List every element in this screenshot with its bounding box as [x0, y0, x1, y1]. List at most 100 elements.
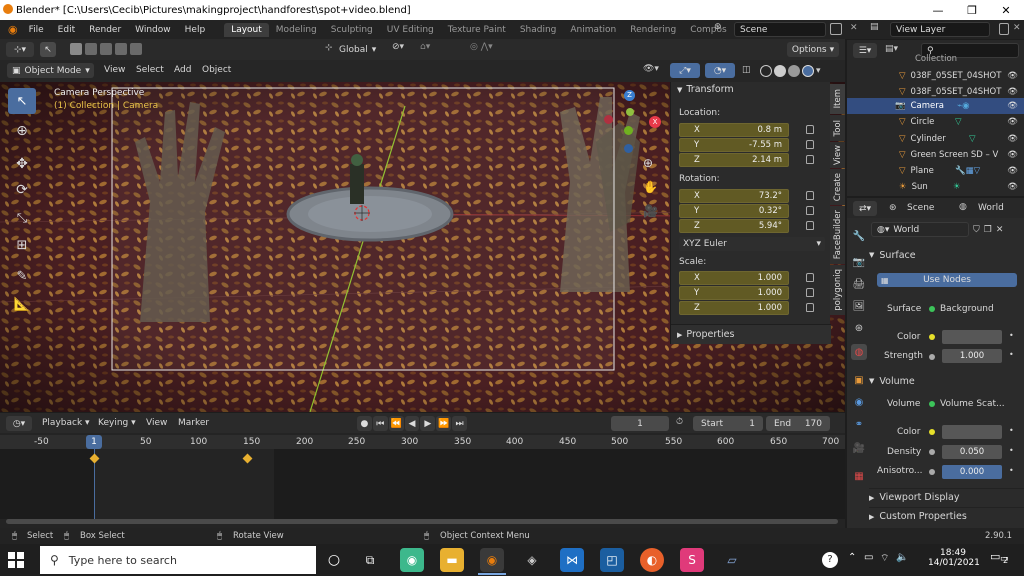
menu-help[interactable]: Help — [178, 25, 213, 35]
lock-icon[interactable] — [806, 273, 814, 282]
lock-icon[interactable] — [806, 206, 814, 215]
breadcrumb-world[interactable]: World — [978, 203, 1004, 213]
properties-subpanel-header[interactable]: ▶ Properties — [671, 324, 831, 344]
frame-ruler[interactable]: -50 1 50 100 150 200 250 300 350 400 450… — [0, 435, 845, 449]
transform-header[interactable]: ▼ Transform — [677, 84, 734, 95]
overlay-toggle-icon[interactable]: ◔▾ — [705, 63, 735, 78]
eye-icon[interactable]: 👁 — [1007, 150, 1018, 160]
volume-color-field[interactable] — [942, 425, 1002, 439]
sourcetree-icon[interactable]: ◰ — [600, 548, 624, 572]
tab-modeling[interactable]: Modeling — [269, 23, 324, 37]
cursor-icon[interactable]: ⊕ — [8, 118, 36, 144]
surface-color-field[interactable] — [942, 330, 1002, 344]
xray-icon[interactable]: ◫ — [742, 65, 751, 75]
color-socket-icon[interactable] — [929, 429, 935, 435]
volume-icon[interactable]: 🔈 — [896, 552, 908, 563]
task-view-icon[interactable]: ⧉ — [358, 548, 382, 572]
outliner-row-circle[interactable]: ▽ Circle ▽ 👁 — [847, 114, 1024, 130]
surface-shader-selector[interactable]: Background — [929, 302, 1017, 316]
zoom-icon[interactable]: ⊕ — [643, 156, 653, 170]
outliner-row-cylinder[interactable]: ▽ Cylinder ▽ 👁 — [847, 131, 1024, 147]
menu-edit[interactable]: Edit — [51, 25, 82, 35]
timeline-menu-marker[interactable]: Marker — [178, 418, 209, 428]
taskbar-clock[interactable]: 18:49 14/01/2021 — [928, 548, 980, 568]
tab-rendering[interactable]: Rendering — [623, 23, 683, 37]
density-socket-icon[interactable] — [929, 449, 935, 455]
location-z-field[interactable]: Z 2.14 m — [679, 153, 789, 167]
eye-icon[interactable]: 👁 — [1007, 166, 1018, 176]
scene-selector[interactable]: Scene — [734, 22, 826, 37]
outliner-row-shot-1[interactable]: ▽ 038F_05SET_04SHOT 👁 — [847, 68, 1024, 84]
rotation-x-field[interactable]: X 73.2° — [679, 189, 789, 203]
vscode-icon[interactable]: ⋈ — [560, 548, 584, 572]
tab-uv-editing[interactable]: UV Editing — [380, 23, 441, 37]
strength-field[interactable]: 1.000 — [942, 349, 1002, 363]
keyframe-diamond[interactable] — [242, 453, 253, 464]
pan-hand-icon[interactable]: ✋ — [643, 180, 658, 194]
next-keyframe-icon[interactable]: ⏩ — [436, 416, 452, 431]
lock-icon[interactable] — [806, 155, 814, 164]
current-frame-field[interactable]: 1 — [611, 416, 669, 431]
outliner-filter-icon[interactable]: ▤▾ — [885, 44, 898, 54]
prev-keyframe-icon[interactable]: ⏪ — [388, 416, 404, 431]
editor-type-button[interactable]: ⊹▾ — [6, 42, 34, 57]
proportional-editing-icon[interactable]: ◎ ⋀▾ — [470, 42, 493, 52]
camera-view-icon[interactable]: 🎥 — [643, 204, 658, 218]
scene-tab-icon[interactable]: ⊛ — [851, 320, 867, 336]
density-field[interactable]: 0.050 — [942, 445, 1002, 459]
breadcrumb-scene[interactable]: Scene — [907, 203, 934, 213]
properties-editor-type-button[interactable]: ⇄▾ — [853, 201, 877, 216]
game-app-icon[interactable]: ◉ — [400, 548, 424, 572]
start-frame-field[interactable]: Start 1 — [693, 416, 763, 431]
lock-icon[interactable] — [806, 221, 814, 230]
outliner-row-camera[interactable]: 📷 Camera ⌁◉ 👁 — [847, 98, 1024, 114]
tab-view[interactable]: View — [830, 142, 845, 168]
tab-facebuilder[interactable]: FaceBuilder — [830, 206, 845, 264]
blender-menu-icon[interactable]: ◉ — [8, 23, 18, 36]
select-mode-buttons[interactable] — [70, 43, 150, 56]
rotate-icon[interactable]: ⟳ — [8, 177, 36, 203]
menu-window[interactable]: Window — [128, 25, 178, 35]
tab-animation[interactable]: Animation — [563, 23, 623, 37]
keyframe-dot-icon[interactable]: • — [1009, 466, 1014, 475]
world-name-field[interactable]: ◍▾ World — [871, 222, 969, 237]
tab-texture-paint[interactable]: Texture Paint — [441, 23, 513, 37]
duplicate-icon[interactable]: ❐ — [984, 225, 992, 235]
color-socket-icon[interactable] — [929, 334, 935, 340]
visibility-icon[interactable]: 👁▾ — [643, 64, 659, 74]
tab-polygoniq[interactable]: polygoniq — [830, 265, 845, 315]
outliner-row-plane[interactable]: ▽ Plane 🔧▦▽ 👁 — [847, 163, 1024, 179]
action-center-icon[interactable]: ▭ — [990, 550, 1000, 563]
menu-file[interactable]: File — [22, 25, 51, 35]
file-explorer-icon[interactable]: ▬ — [440, 548, 464, 572]
new-scene-icon[interactable] — [830, 23, 842, 35]
select-tool-icon[interactable]: ↖ — [40, 42, 56, 57]
scale-z-field[interactable]: Z 1.000 — [679, 301, 789, 315]
eye-icon[interactable]: 👁 — [1007, 134, 1018, 144]
volume-shader-selector[interactable]: Volume Scat... — [929, 397, 1019, 411]
transform-orientation-dropdown[interactable]: Global ▾ — [339, 42, 376, 57]
tab-layout[interactable]: Layout — [224, 22, 269, 37]
physics-tab-icon[interactable]: ◉ — [851, 394, 867, 410]
location-y-field[interactable]: Y -7.55 m — [679, 138, 789, 152]
viewport-display-panel-header[interactable]: ▶ Viewport Display — [869, 488, 1024, 506]
tab-shading[interactable]: Shading — [513, 23, 564, 37]
location-x-field[interactable]: X 0.8 m — [679, 123, 789, 137]
tool-properties-tab-icon[interactable]: 🔧 — [851, 228, 867, 244]
keyframe-dot-icon[interactable]: • — [1009, 331, 1014, 340]
measure-icon[interactable]: 📐 — [8, 291, 36, 317]
object-tab-icon[interactable]: ▣ — [851, 372, 867, 388]
delete-view-layer-icon[interactable]: ✕ — [1013, 23, 1021, 33]
shading-mode-buttons[interactable]: ▾ — [760, 63, 840, 78]
tray-chevron-icon[interactable]: ⌃ — [848, 552, 856, 563]
timeline-scrollbar[interactable] — [6, 519, 838, 524]
render-properties-tab-icon[interactable]: 📷 — [851, 254, 867, 270]
outliner-row-sun[interactable]: ☀ Sun ☀ 👁 — [847, 179, 1024, 195]
taskbar-search-box[interactable]: ⚲ Type here to search — [40, 546, 316, 574]
play-icon[interactable]: ▶ — [420, 416, 436, 431]
blender-taskbar-icon[interactable]: ◉ — [480, 548, 504, 572]
object-data-tab-icon[interactable]: 🎥 — [851, 440, 867, 456]
gizmo-toggle-icon[interactable]: ⤢▾ — [670, 63, 700, 78]
eye-icon[interactable]: 👁 — [1007, 71, 1018, 81]
timeline-menu-keying[interactable]: Keying ▾ — [98, 418, 136, 428]
